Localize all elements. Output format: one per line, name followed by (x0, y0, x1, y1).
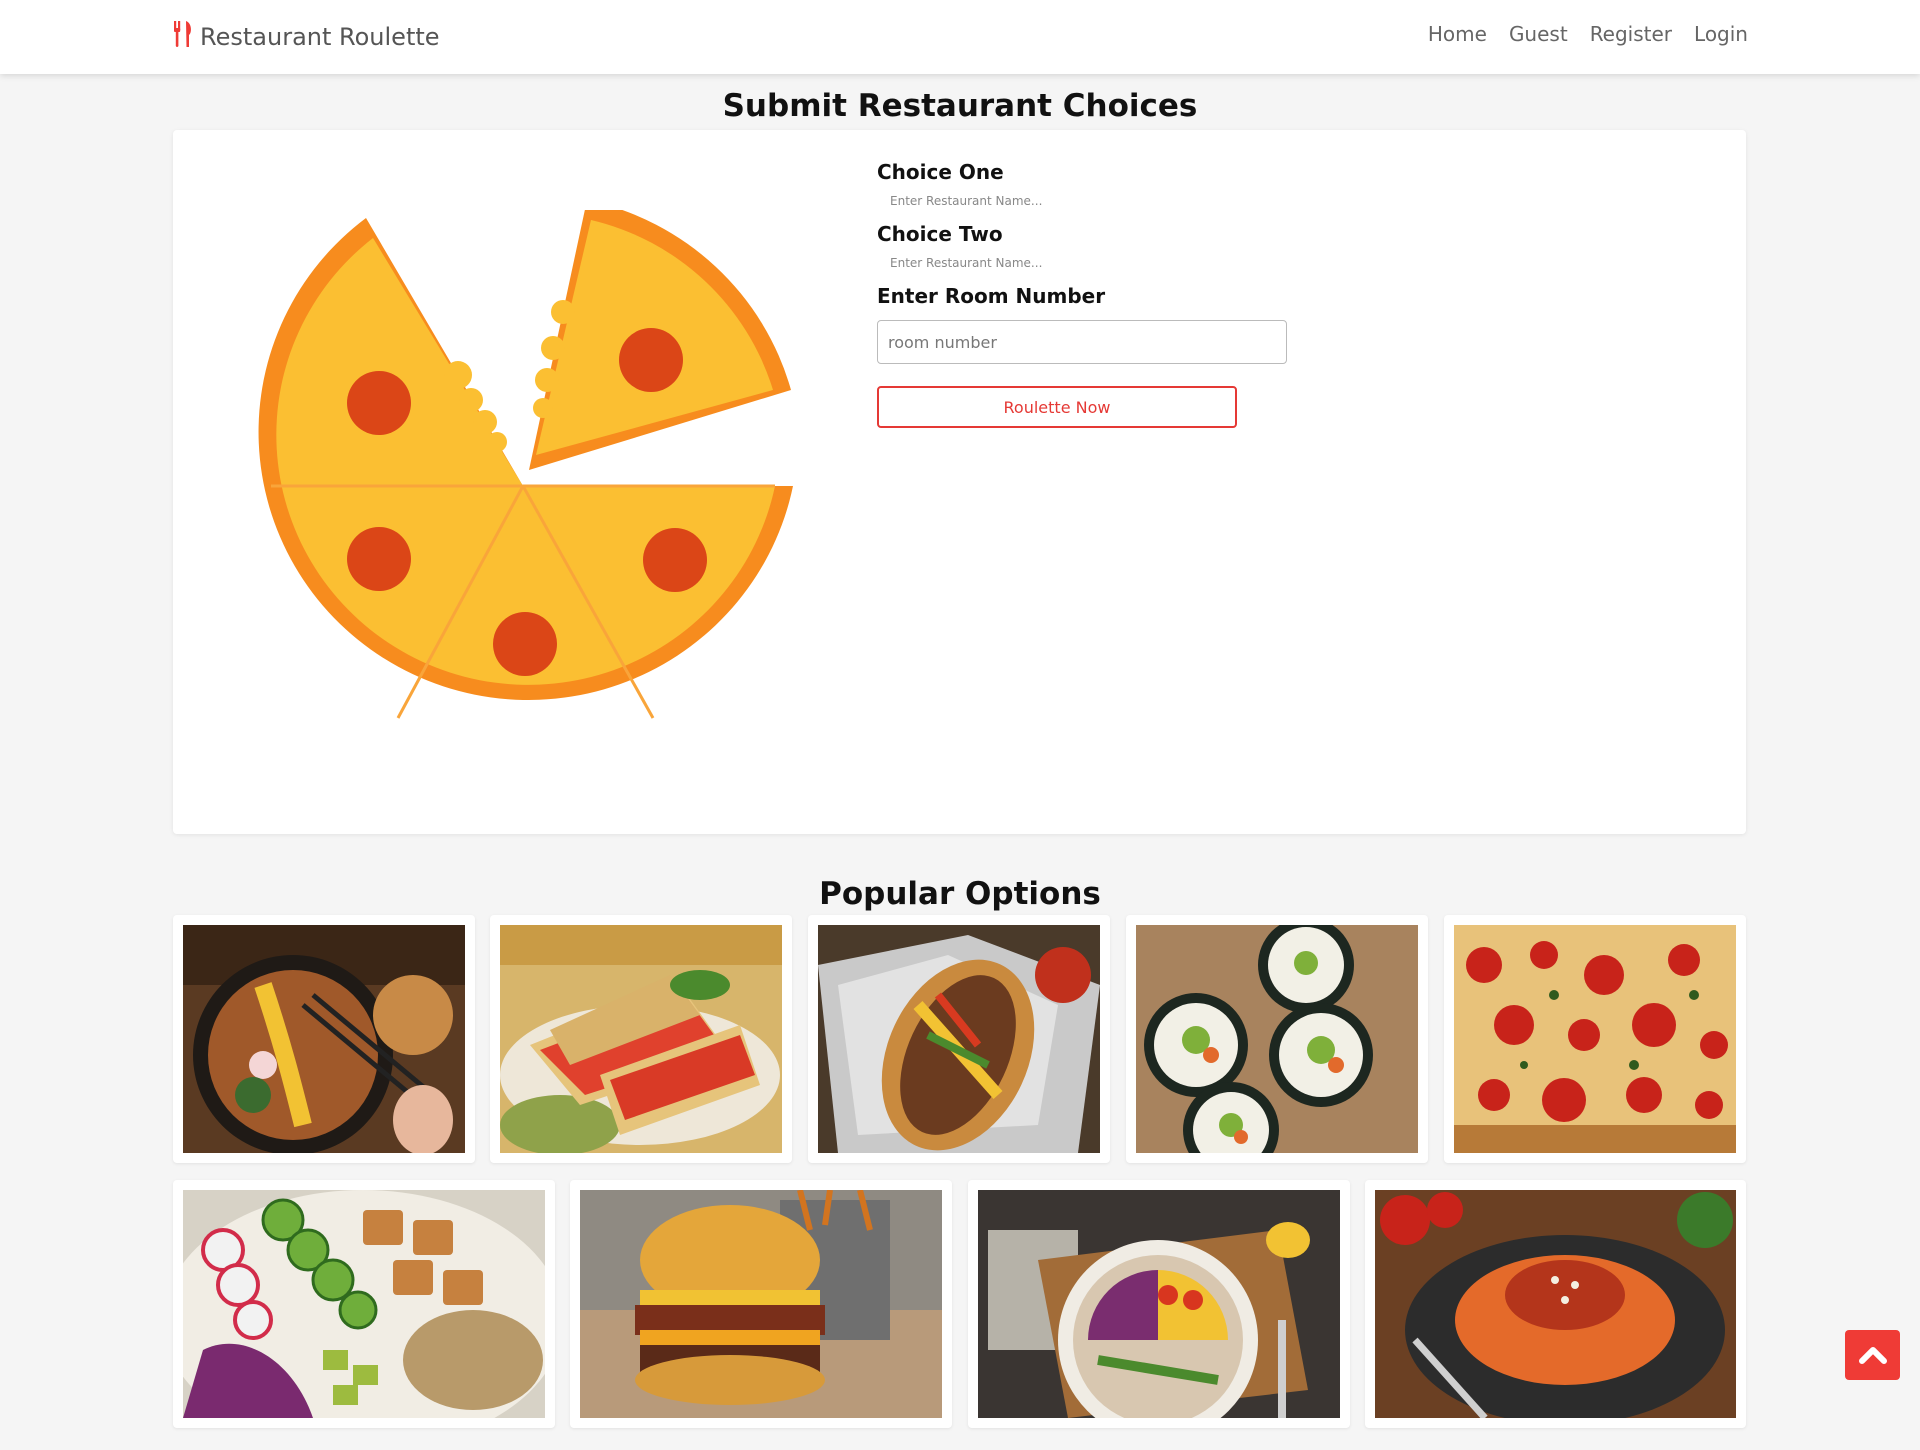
utensils-icon (172, 19, 196, 55)
submit-card: Choice One Choice Two Enter Room Number … (173, 130, 1746, 834)
choice-two-label: Choice Two (877, 222, 1003, 246)
scroll-top-button[interactable] (1845, 1330, 1900, 1380)
spaghetti-photo (1375, 1190, 1736, 1418)
choice-one-label: Choice One (877, 160, 1004, 184)
popular-title: Popular Options (819, 876, 1101, 912)
nav-home[interactable]: Home (1428, 22, 1487, 46)
navbar: Restaurant Roulette Home Guest Register … (0, 0, 1920, 74)
burger-photo (580, 1190, 942, 1418)
panini-photo (500, 925, 782, 1153)
choices-form: Choice One Choice Two Enter Room Number … (877, 160, 1297, 428)
brand-name: Restaurant Roulette (200, 23, 440, 51)
popular-item-panini[interactable] (490, 915, 792, 1163)
roulette-now-button[interactable]: Roulette Now (877, 386, 1237, 428)
cheesesteak-photo (818, 925, 1100, 1153)
popular-item-burger[interactable] (570, 1180, 952, 1428)
pizza-photo (1454, 925, 1736, 1153)
choice-two-input[interactable] (877, 252, 1203, 274)
sushi-burrito-photo (1136, 925, 1418, 1153)
popular-item-sushi-burrito[interactable] (1126, 915, 1428, 1163)
salad-bowl-photo (978, 1190, 1340, 1418)
ramen-photo (183, 925, 465, 1153)
nav-links: Home Guest Register Login (1428, 22, 1748, 46)
popular-item-poke-bowl[interactable] (173, 1180, 555, 1428)
nav-guest[interactable]: Guest (1509, 22, 1568, 46)
brand-logo[interactable]: Restaurant Roulette (172, 18, 440, 56)
chevron-up-icon (1858, 1344, 1887, 1367)
popular-item-salad-bowl[interactable] (968, 1180, 1350, 1428)
submit-title: Submit Restaurant Choices (722, 88, 1198, 124)
popular-item-pizza[interactable] (1444, 915, 1746, 1163)
room-number-label: Enter Room Number (877, 284, 1106, 308)
nav-register[interactable]: Register (1590, 22, 1672, 46)
popular-item-ramen[interactable] (173, 915, 475, 1163)
room-number-input[interactable] (877, 320, 1287, 364)
nav-login[interactable]: Login (1694, 22, 1748, 46)
poke-bowl-photo (183, 1190, 545, 1418)
pizza-illustration (253, 200, 813, 750)
popular-item-spaghetti[interactable] (1365, 1180, 1746, 1428)
popular-item-cheesesteak[interactable] (808, 915, 1110, 1163)
choice-one-input[interactable] (877, 190, 1203, 212)
